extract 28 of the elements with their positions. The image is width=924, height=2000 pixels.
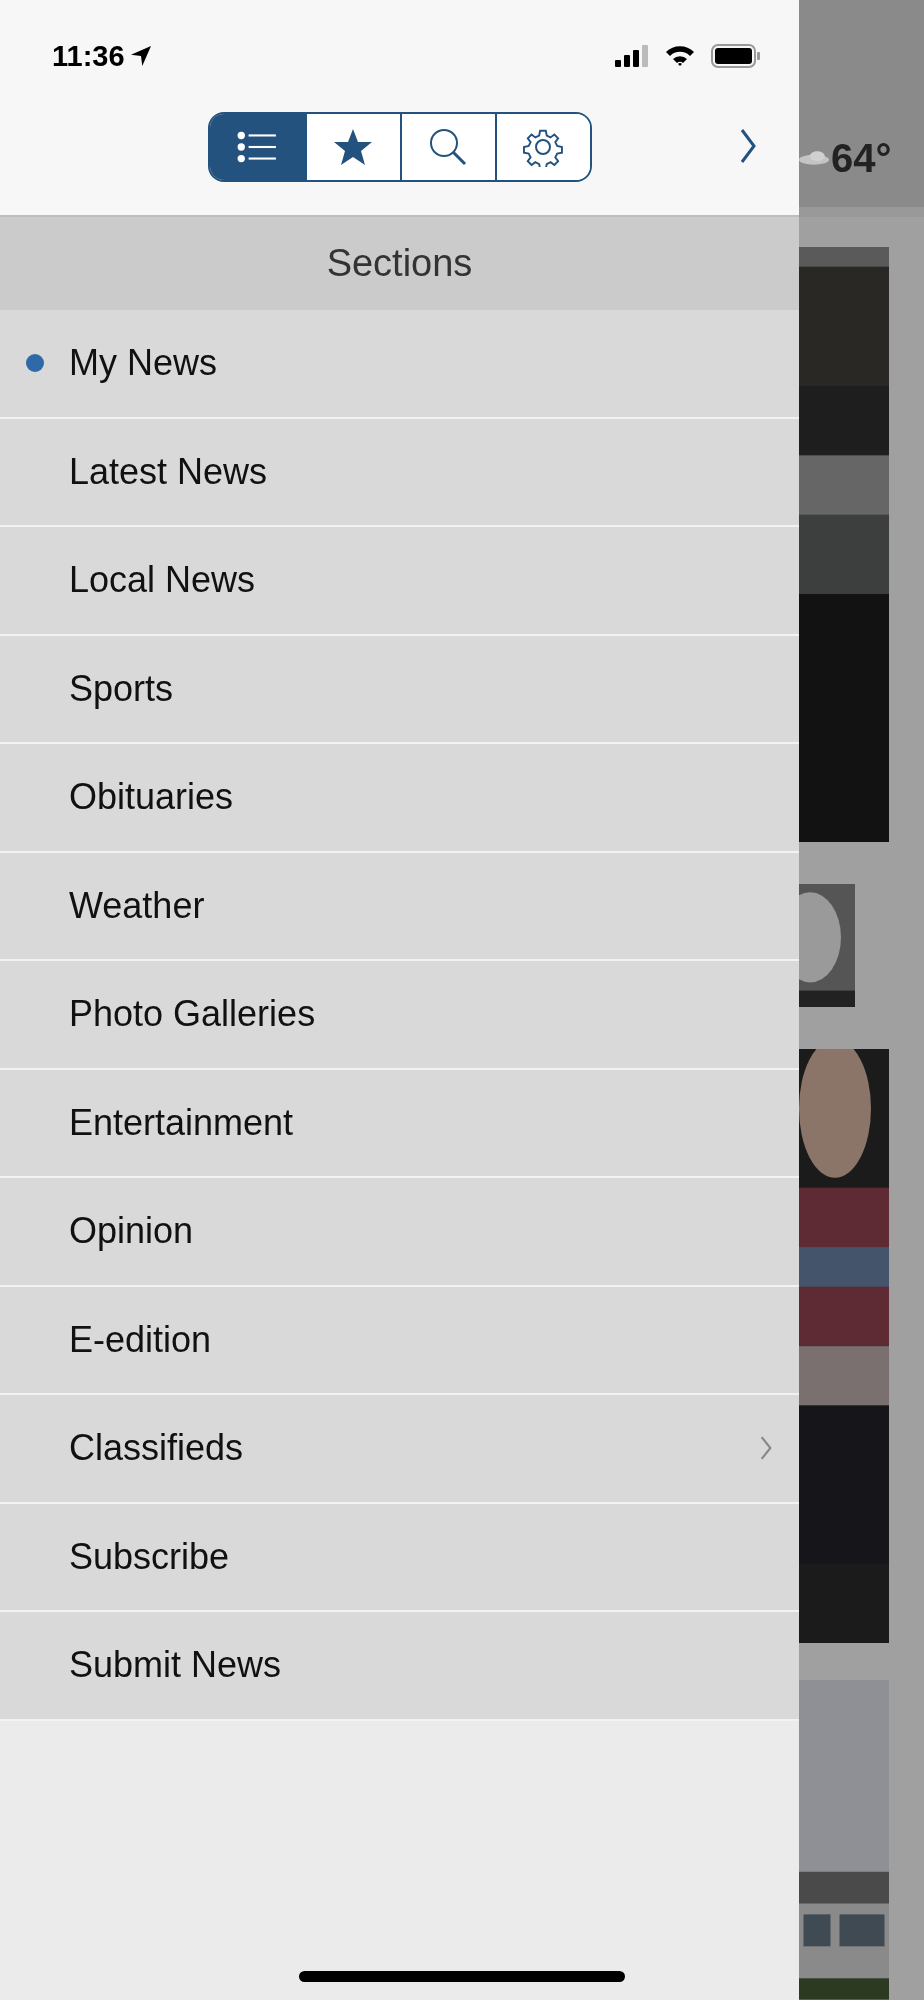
favorites-tab[interactable]	[304, 114, 400, 180]
section-item[interactable]: Classifieds	[0, 1395, 799, 1504]
chevron-right-icon	[759, 1435, 773, 1462]
temperature: 64°	[831, 135, 892, 181]
wifi-icon	[665, 45, 695, 67]
location-arrow-icon	[130, 46, 151, 66]
section-item[interactable]: E-edition	[0, 1286, 799, 1395]
section-item[interactable]: Photo Galleries	[0, 961, 799, 1070]
search-icon	[427, 127, 469, 167]
section-item[interactable]: Subscribe	[0, 1503, 799, 1612]
settings-tab[interactable]	[494, 114, 590, 180]
settings-icon	[522, 127, 564, 167]
section-item[interactable]: Weather	[0, 852, 799, 961]
list-tab[interactable]	[209, 114, 305, 180]
section-item[interactable]: Latest News	[0, 418, 799, 527]
search-tab[interactable]	[399, 114, 495, 180]
status-time: 11:36	[52, 39, 125, 73]
section-item[interactable]: Obituaries	[0, 744, 799, 853]
sections-header: Sections	[0, 217, 799, 310]
star-icon	[332, 127, 374, 167]
section-item[interactable]: Sports	[0, 635, 799, 744]
section-item[interactable]: My News	[0, 310, 799, 419]
section-item[interactable]: Local News	[0, 527, 799, 636]
section-item[interactable]: Submit News	[0, 1612, 799, 1721]
signal-icon	[615, 45, 649, 67]
section-item[interactable]: Entertainment	[0, 1069, 799, 1178]
section-item[interactable]: Opinion	[0, 1178, 799, 1287]
battery-icon	[711, 44, 761, 68]
